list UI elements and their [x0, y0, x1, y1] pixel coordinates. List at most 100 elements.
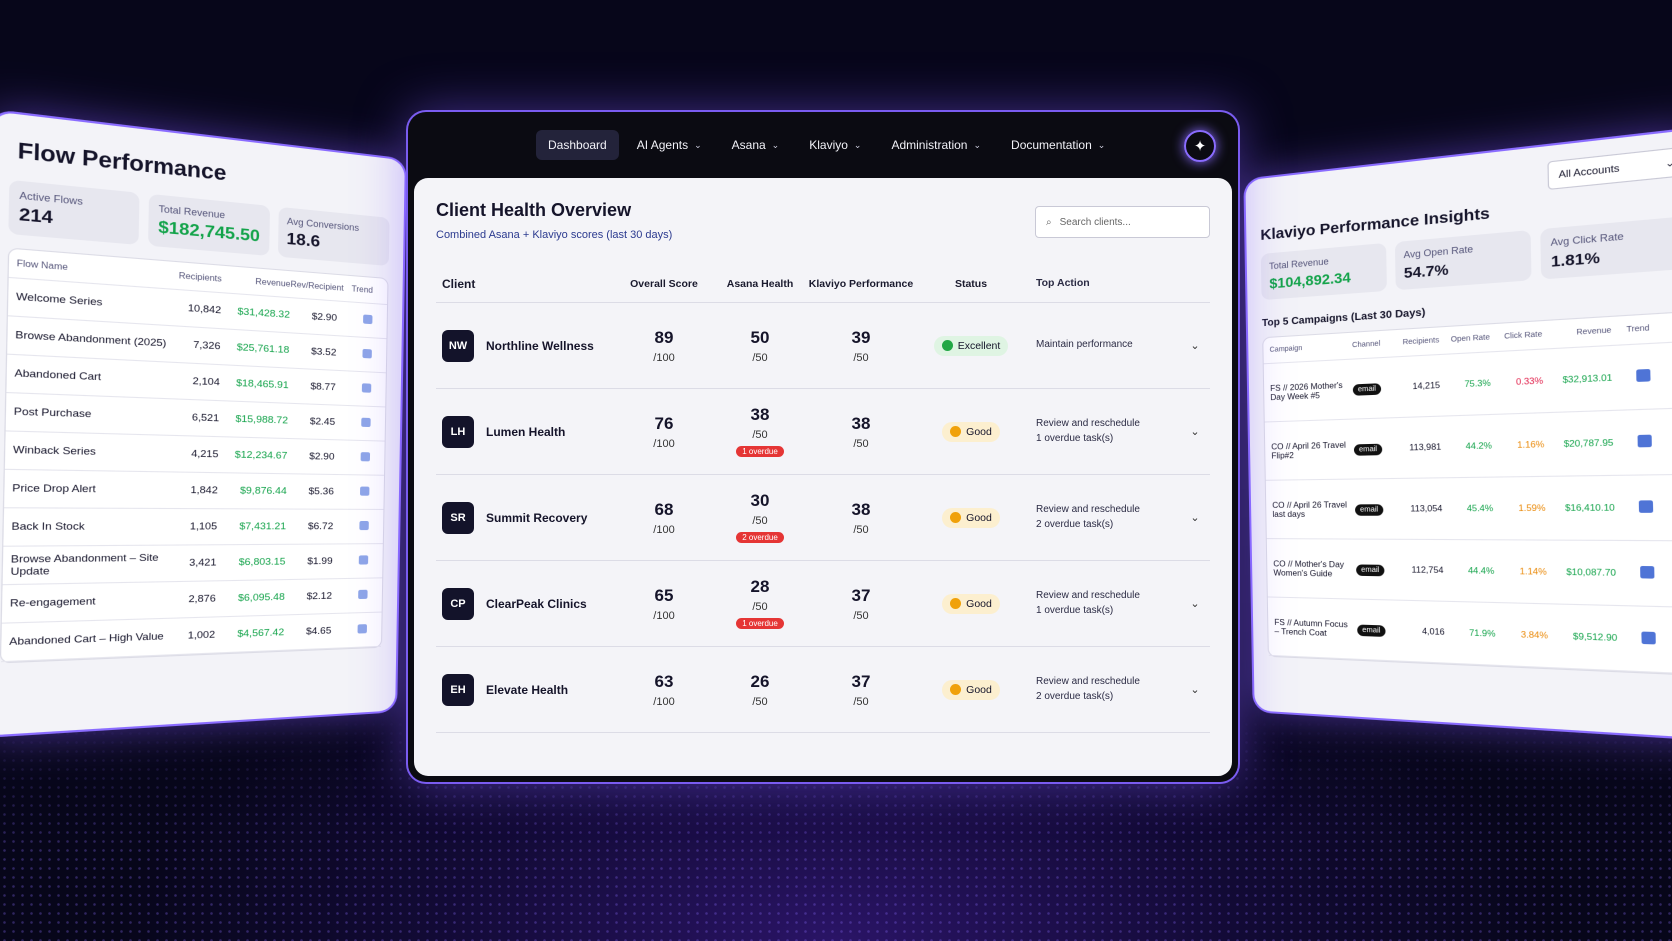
client-row[interactable]: CP ClearPeak Clinics 65/100 28/50 1 overdue 3…	[436, 561, 1210, 647]
status-dot-icon	[941, 340, 953, 351]
status-cell: Good	[916, 593, 1026, 614]
trend-icon[interactable]	[1641, 631, 1656, 645]
overall-score-value: 76	[654, 413, 674, 433]
flow-table: Flow Name Recipients Revenue Rev/Recipie…	[0, 247, 389, 664]
campaign-table: Campaign Channel Recipients Open Rate Cl…	[1262, 310, 1672, 676]
trend-icon[interactable]	[1637, 434, 1652, 448]
trend-icon[interactable]	[360, 451, 371, 461]
campaign-trend	[1612, 368, 1651, 385]
flow-name: Browse Abandonment – Site Update	[10, 551, 159, 578]
trend-icon[interactable]	[357, 623, 368, 634]
trend-icon[interactable]	[358, 589, 368, 599]
asana-health-max: /50	[752, 695, 768, 708]
avatar: CP	[442, 587, 474, 620]
top-action: Review and reschedule 1 overdue task(s)	[1026, 589, 1180, 618]
client-row[interactable]: EH Elevate Health 63/100 26/50 37/50 Good Revi…	[436, 647, 1210, 733]
flow-revenue: $7,431.21	[239, 520, 287, 533]
avatar: SR	[442, 501, 474, 534]
klaviyo-performance-max: /50	[853, 695, 869, 708]
klaviyo-performance: 38/50	[806, 414, 916, 450]
flow-recipients: 1,002	[187, 629, 216, 642]
nav-item-ai-agents[interactable]: AI Agents ⌄	[625, 130, 714, 160]
stat-card: Avg Conversions 18.6	[277, 206, 390, 267]
klaviyo-performance-max: /50	[853, 351, 869, 364]
account-select[interactable]: All Accounts ⌄	[1547, 146, 1672, 191]
top-action-line2: 1 overdue task(s)	[1036, 604, 1114, 616]
flow-row[interactable]: Price Drop Alert 1,842 $9,876.44 $5.36	[4, 469, 385, 510]
status-badge: Excellent	[933, 335, 1009, 356]
stat-card: Avg Click Rate 1.81%	[1540, 215, 1672, 280]
chevron-down-icon[interactable]: ⌄	[1180, 511, 1210, 524]
trend-icon[interactable]	[363, 313, 373, 324]
flow-rev-recipient: $3.52	[310, 345, 337, 359]
sparkle-icon[interactable]: ✦	[1184, 130, 1216, 162]
nav-item-dashboard[interactable]: Dashboard	[536, 130, 619, 160]
trend-icon[interactable]	[358, 554, 369, 565]
search-clients-input[interactable]: ⌕ Search clients...	[1035, 206, 1210, 238]
trend-icon[interactable]	[359, 486, 370, 496]
flow-rev-recipient: $2.90	[311, 310, 338, 324]
overall-score: 68/100	[614, 500, 714, 536]
col-rev-recipient: Rev/Recipient	[290, 279, 344, 293]
client-name: Elevate Health	[486, 682, 569, 697]
asana-health: 38/50 1 overdue	[714, 405, 806, 459]
avatar: LH	[442, 415, 474, 448]
client-row[interactable]: LH Lumen Health 76/100 38/50 1 overdue 38/50 G…	[436, 389, 1210, 475]
nav-item-administration[interactable]: Administration ⌄	[879, 130, 993, 160]
stat-card: Total Revenue $182,745.50	[148, 193, 270, 256]
client-row[interactable]: NW Northline Wellness 89/100 50/50 39/50 Exce…	[436, 303, 1210, 389]
asana-health-max: /50	[752, 514, 768, 527]
chevron-down-icon[interactable]: ⌄	[1180, 683, 1210, 696]
nav-item-asana[interactable]: Asana ⌄	[720, 130, 792, 160]
campaign-click-rate: 1.16%	[1517, 439, 1545, 451]
overdue-badge: 1 overdue	[736, 445, 784, 457]
campaign-channel: email	[1346, 443, 1390, 456]
campaign-channel: email	[1345, 383, 1389, 396]
client-name: Summit Recovery	[486, 510, 588, 525]
campaign-row[interactable]: FS // Autumn Focus – Trench Coat email 4,0…	[1267, 597, 1672, 675]
stat-value: 18.6	[286, 230, 321, 251]
col-recipients: Recipients	[1402, 337, 1440, 347]
campaign-click-rate: 3.84%	[1520, 629, 1549, 641]
chevron-down-icon[interactable]: ⌄	[1180, 339, 1210, 352]
klaviyo-performance-max: /50	[853, 523, 869, 536]
chevron-down-icon[interactable]: ⌄	[1180, 597, 1210, 610]
asana-health-value: 26	[750, 671, 770, 691]
nav-item-klaviyo[interactable]: Klaviyo ⌄	[797, 130, 873, 160]
top-action: Review and reschedule 1 overdue task(s)	[1026, 417, 1180, 446]
top-action: Review and reschedule 2 overdue task(s)	[1026, 675, 1180, 704]
col-channel: Channel	[1351, 340, 1381, 350]
stat-value: $182,745.50	[158, 218, 261, 246]
status-dot-icon	[950, 598, 962, 609]
channel-badge: email	[1356, 624, 1387, 637]
trend-icon[interactable]	[1640, 565, 1655, 579]
top-action: Review and reschedule 2 overdue task(s)	[1026, 503, 1180, 532]
chevron-down-icon[interactable]: ⌄	[1180, 425, 1210, 438]
trend-icon[interactable]	[361, 417, 371, 427]
overall-score-max: /100	[653, 351, 675, 364]
campaign-row[interactable]: CO // Mother's Day Women's Guide email 112…	[1266, 539, 1672, 609]
campaign-row[interactable]: CO // April 26 Travel last days email 113,…	[1265, 474, 1672, 542]
trend-icon[interactable]	[359, 520, 369, 530]
channel-badge: email	[1352, 383, 1382, 396]
flow-rev-recipient: $2.45	[309, 415, 336, 429]
klaviyo-performance-value: 37	[851, 585, 871, 605]
top-action-line1: Maintain performance	[1036, 339, 1133, 351]
flow-trend	[333, 520, 369, 532]
client-row[interactable]: SR Summit Recovery 68/100 30/50 2 overdue 38/…	[436, 475, 1210, 561]
nav-item-documentation[interactable]: Documentation ⌄	[999, 130, 1117, 160]
col-trend: Trend	[351, 284, 374, 295]
flow-name: Abandoned Cart – High Value	[9, 630, 164, 649]
col-top-action: Top Action	[1036, 276, 1090, 289]
flow-revenue: $25,761.18	[236, 341, 290, 357]
trend-icon[interactable]	[361, 382, 372, 393]
chevron-down-icon: ⌄	[853, 139, 862, 150]
trend-icon[interactable]	[1638, 500, 1654, 513]
client-health-table: Client Overall Score Asana Health Klaviy…	[436, 265, 1210, 733]
trend-icon[interactable]	[362, 348, 372, 358]
trend-icon[interactable]	[1636, 368, 1651, 382]
flow-rev-recipient: $1.99	[307, 555, 333, 568]
col-client: Client	[442, 276, 476, 291]
flow-row[interactable]: Back In Stock 1,105 $7,431.21 $6.72	[3, 508, 384, 547]
status-badge: Good	[942, 507, 1000, 528]
